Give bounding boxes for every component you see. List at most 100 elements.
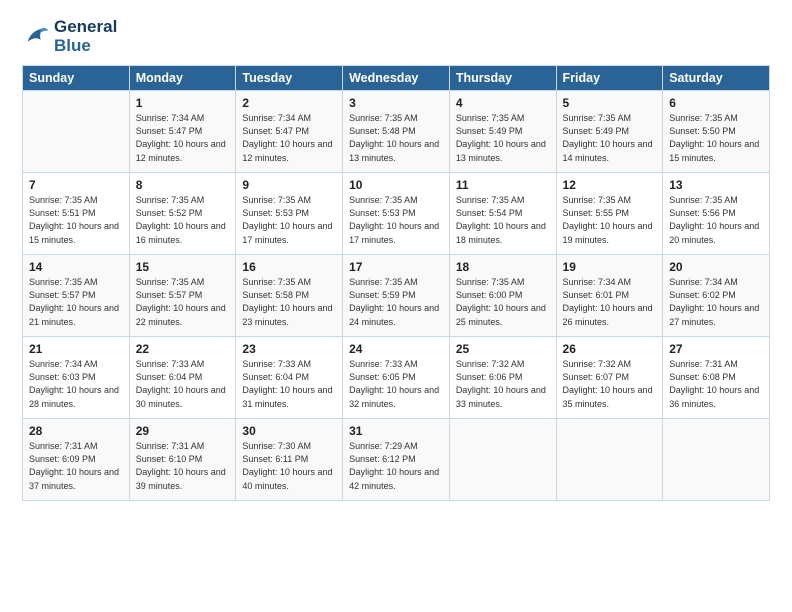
calendar-cell: 5Sunrise: 7:35 AMSunset: 5:49 PMDaylight… — [556, 91, 663, 173]
day-number: 2 — [242, 96, 336, 110]
day-number: 19 — [563, 260, 657, 274]
day-number: 5 — [563, 96, 657, 110]
calendar-table: SundayMondayTuesdayWednesdayThursdayFrid… — [22, 65, 770, 501]
calendar-cell: 21Sunrise: 7:34 AMSunset: 6:03 PMDayligh… — [23, 337, 130, 419]
day-info: Sunrise: 7:29 AMSunset: 6:12 PMDaylight:… — [349, 440, 443, 492]
day-info: Sunrise: 7:34 AMSunset: 6:01 PMDaylight:… — [563, 276, 657, 328]
calendar-cell: 10 Sunrise: 7:35 AMSunset: 5:53 PMDayligh… — [343, 173, 450, 255]
calendar-cell: 23 Sunrise: 7:33 AMSunset: 6:04 PMDayligh… — [236, 337, 343, 419]
calendar-cell: 16 Sunrise: 7:35 AMSunset: 5:58 PMDayligh… — [236, 255, 343, 337]
calendar-cell: 27 Sunrise: 7:31 AMSunset: 6:08 PMDayligh… — [663, 337, 770, 419]
day-number: 14 — [29, 260, 123, 274]
calendar-cell: 20 Sunrise: 7:34 AMSunset: 6:02 PMDayligh… — [663, 255, 770, 337]
day-number: 30 — [242, 424, 336, 438]
day-info: Sunrise: 7:32 AMSunset: 6:07 PMDaylight:… — [563, 358, 657, 410]
calendar-cell: 26 Sunrise: 7:32 AMSunset: 6:07 PMDayligh… — [556, 337, 663, 419]
day-number: 4 — [456, 96, 550, 110]
calendar-cell: 2 Sunrise: 7:34 AMSunset: 5:47 PMDaylight… — [236, 91, 343, 173]
day-info: Sunrise: 7:33 AMSunset: 6:05 PMDaylight:… — [349, 358, 443, 410]
calendar-cell: 4 Sunrise: 7:35 AMSunset: 5:49 PMDaylight… — [449, 91, 556, 173]
day-number: 3 — [349, 96, 443, 110]
calendar-cell: 28 Sunrise: 7:31 AMSunset: 6:09 PMDayligh… — [23, 419, 130, 501]
day-info: Sunrise: 7:35 AMSunset: 6:00 PMDaylight:… — [456, 276, 550, 328]
day-number: 26 — [563, 342, 657, 356]
header-day-wednesday: Wednesday — [343, 66, 450, 91]
day-info: Sunrise: 7:35 AMSunset: 5:51 PMDaylight:… — [29, 194, 123, 246]
day-number: 20 — [669, 260, 763, 274]
day-number: 16 — [242, 260, 336, 274]
week-row-5: 28 Sunrise: 7:31 AMSunset: 6:09 PMDayligh… — [23, 419, 770, 501]
calendar-cell: 25 Sunrise: 7:32 AMSunset: 6:06 PMDayligh… — [449, 337, 556, 419]
calendar-cell: 13Sunrise: 7:35 AMSunset: 5:56 PMDayligh… — [663, 173, 770, 255]
calendar-cell: 18 Sunrise: 7:35 AMSunset: 6:00 PMDayligh… — [449, 255, 556, 337]
day-number: 28 — [29, 424, 123, 438]
header-day-tuesday: Tuesday — [236, 66, 343, 91]
day-number: 22 — [136, 342, 230, 356]
day-number: 15 — [136, 260, 230, 274]
day-number: 18 — [456, 260, 550, 274]
calendar-cell — [449, 419, 556, 501]
day-number: 9 — [242, 178, 336, 192]
calendar-cell: 31 Sunrise: 7:29 AMSunset: 6:12 PMDayligh… — [343, 419, 450, 501]
day-info: Sunrise: 7:32 AMSunset: 6:06 PMDaylight:… — [456, 358, 550, 410]
day-info: Sunrise: 7:34 AMSunset: 5:47 PMDaylight:… — [136, 112, 230, 164]
day-info: Sunrise: 7:33 AMSunset: 6:04 PMDaylight:… — [136, 358, 230, 410]
calendar-cell: 12 Sunrise: 7:35 AMSunset: 5:55 PMDayligh… — [556, 173, 663, 255]
day-info: Sunrise: 7:35 AMSunset: 5:53 PMDaylight:… — [349, 194, 443, 246]
week-row-3: 14 Sunrise: 7:35 AMSunset: 5:57 PMDayligh… — [23, 255, 770, 337]
calendar-cell: 8Sunrise: 7:35 AMSunset: 5:52 PMDaylight… — [129, 173, 236, 255]
calendar-cell: 9 Sunrise: 7:35 AMSunset: 5:53 PMDaylight… — [236, 173, 343, 255]
header-day-sunday: Sunday — [23, 66, 130, 91]
logo-bird-icon — [22, 23, 50, 51]
day-info: Sunrise: 7:31 AMSunset: 6:10 PMDaylight:… — [136, 440, 230, 492]
day-info: Sunrise: 7:34 AMSunset: 5:47 PMDaylight:… — [242, 112, 336, 164]
day-info: Sunrise: 7:35 AMSunset: 5:57 PMDaylight:… — [29, 276, 123, 328]
day-info: Sunrise: 7:35 AMSunset: 5:58 PMDaylight:… — [242, 276, 336, 328]
page: General Blue SundayMondayTuesdayWednesda… — [0, 0, 792, 515]
day-info: Sunrise: 7:35 AMSunset: 5:53 PMDaylight:… — [242, 194, 336, 246]
day-number: 6 — [669, 96, 763, 110]
day-number: 25 — [456, 342, 550, 356]
day-number: 10 — [349, 178, 443, 192]
header-day-monday: Monday — [129, 66, 236, 91]
day-info: Sunrise: 7:34 AMSunset: 6:02 PMDaylight:… — [669, 276, 763, 328]
day-number: 29 — [136, 424, 230, 438]
calendar-cell: 1 Sunrise: 7:34 AMSunset: 5:47 PMDaylight… — [129, 91, 236, 173]
day-info: Sunrise: 7:31 AMSunset: 6:09 PMDaylight:… — [29, 440, 123, 492]
calendar-cell: 3 Sunrise: 7:35 AMSunset: 5:48 PMDaylight… — [343, 91, 450, 173]
calendar-cell: 7 Sunrise: 7:35 AMSunset: 5:51 PMDaylight… — [23, 173, 130, 255]
day-info: Sunrise: 7:30 AMSunset: 6:11 PMDaylight:… — [242, 440, 336, 492]
calendar-cell: 30 Sunrise: 7:30 AMSunset: 6:11 PMDayligh… — [236, 419, 343, 501]
day-number: 7 — [29, 178, 123, 192]
day-info: Sunrise: 7:33 AMSunset: 6:04 PMDaylight:… — [242, 358, 336, 410]
day-info: Sunrise: 7:35 AMSunset: 5:48 PMDaylight:… — [349, 112, 443, 164]
day-number: 8 — [136, 178, 230, 192]
header-day-friday: Friday — [556, 66, 663, 91]
day-info: Sunrise: 7:35 AMSunset: 5:49 PMDaylight:… — [456, 112, 550, 164]
day-info: Sunrise: 7:35 AMSunset: 5:59 PMDaylight:… — [349, 276, 443, 328]
calendar-cell: 24Sunrise: 7:33 AMSunset: 6:05 PMDayligh… — [343, 337, 450, 419]
day-number: 12 — [563, 178, 657, 192]
logo: General Blue — [22, 18, 117, 55]
day-info: Sunrise: 7:31 AMSunset: 6:08 PMDaylight:… — [669, 358, 763, 410]
calendar-cell: 17Sunrise: 7:35 AMSunset: 5:59 PMDayligh… — [343, 255, 450, 337]
calendar-cell: 19 Sunrise: 7:34 AMSunset: 6:01 PMDayligh… — [556, 255, 663, 337]
calendar-cell: 29 Sunrise: 7:31 AMSunset: 6:10 PMDayligh… — [129, 419, 236, 501]
calendar-cell: 22 Sunrise: 7:33 AMSunset: 6:04 PMDayligh… — [129, 337, 236, 419]
header: General Blue — [22, 18, 770, 55]
day-number: 27 — [669, 342, 763, 356]
day-info: Sunrise: 7:35 AMSunset: 5:50 PMDaylight:… — [669, 112, 763, 164]
week-row-1: 1 Sunrise: 7:34 AMSunset: 5:47 PMDaylight… — [23, 91, 770, 173]
logo-text: General Blue — [54, 18, 117, 55]
week-row-4: 21Sunrise: 7:34 AMSunset: 6:03 PMDayligh… — [23, 337, 770, 419]
day-info: Sunrise: 7:35 AMSunset: 5:55 PMDaylight:… — [563, 194, 657, 246]
day-info: Sunrise: 7:34 AMSunset: 6:03 PMDaylight:… — [29, 358, 123, 410]
day-number: 1 — [136, 96, 230, 110]
day-info: Sunrise: 7:35 AMSunset: 5:57 PMDaylight:… — [136, 276, 230, 328]
day-number: 31 — [349, 424, 443, 438]
header-row: SundayMondayTuesdayWednesdayThursdayFrid… — [23, 66, 770, 91]
day-info: Sunrise: 7:35 AMSunset: 5:56 PMDaylight:… — [669, 194, 763, 246]
calendar-cell: 6 Sunrise: 7:35 AMSunset: 5:50 PMDaylight… — [663, 91, 770, 173]
calendar-cell — [556, 419, 663, 501]
day-number: 23 — [242, 342, 336, 356]
